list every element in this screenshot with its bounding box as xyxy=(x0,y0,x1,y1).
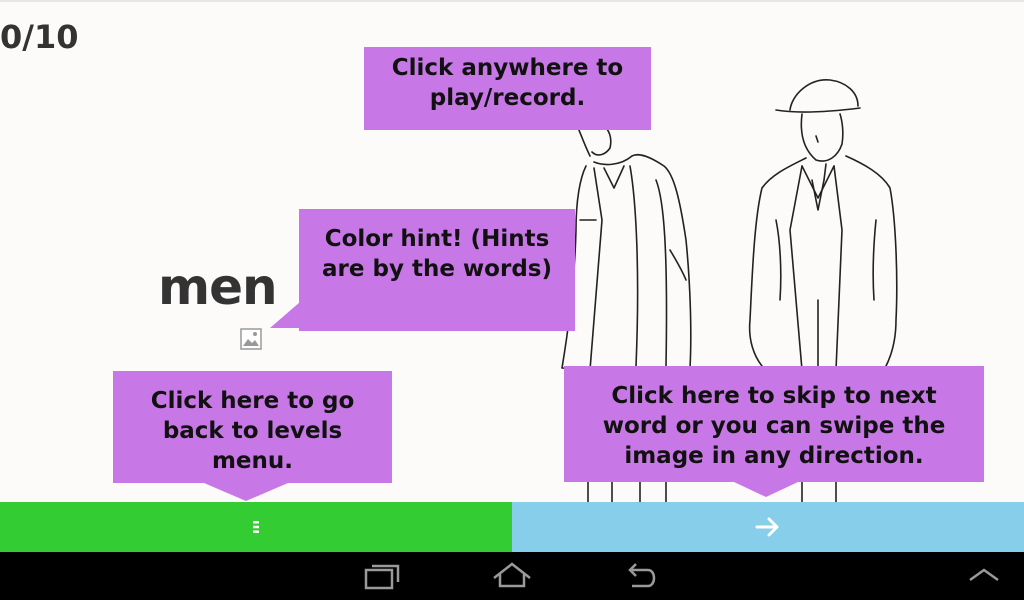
back-levels-tip-pointer xyxy=(204,483,288,501)
play-record-tip[interactable]: Click anywhere to play/record. xyxy=(364,47,651,130)
home-icon[interactable] xyxy=(488,560,536,592)
skip-next-tip-pointer xyxy=(734,482,798,497)
score-counter: 0/10 xyxy=(0,18,79,56)
recent-apps-icon[interactable] xyxy=(358,560,406,592)
color-hint-tip-text: Color hint! (Hints are by the words) xyxy=(322,226,552,282)
skip-next-tip[interactable]: Click here to skip to next word or you c… xyxy=(564,366,984,482)
skip-next-tip-text: Click here to skip to next word or you c… xyxy=(602,383,946,469)
color-hint-tip[interactable]: Color hint! (Hints are by the words) xyxy=(299,209,575,331)
arrow-right-icon xyxy=(755,517,779,537)
menu-icon xyxy=(253,521,259,533)
back-levels-tip-text: Click here to go back to levels menu. xyxy=(150,388,355,474)
app-screen[interactable]: 0/10 men Click anywhere to play/record. … xyxy=(0,0,1024,600)
play-record-tip-text: Click anywhere to play/record. xyxy=(391,55,624,111)
image-icon[interactable] xyxy=(240,328,262,350)
back-icon[interactable] xyxy=(618,560,666,592)
back-levels-tip[interactable]: Click here to go back to levels menu. xyxy=(113,371,392,483)
system-navigation-bar xyxy=(0,552,1024,600)
color-hint-tip-pointer xyxy=(270,302,300,328)
next-word-button[interactable] xyxy=(512,502,1024,552)
levels-menu-button[interactable] xyxy=(0,502,512,552)
target-word: men xyxy=(158,258,278,316)
status-strip xyxy=(0,0,1024,2)
chevron-up-icon[interactable] xyxy=(960,560,1008,592)
